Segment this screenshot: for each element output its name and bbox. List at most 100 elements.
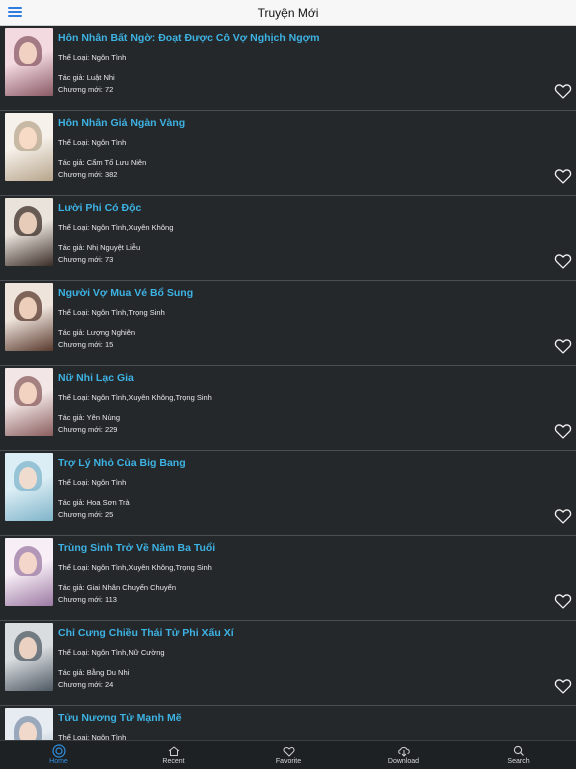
story-list[interactable]: Hôn Nhân Bất Ngờ: Đoạt Được Cô Vợ Nghịch… xyxy=(0,26,576,740)
favorite-heart-icon[interactable] xyxy=(554,508,572,524)
story-author: Tác giả: Nhị Nguyệt Liễu xyxy=(58,243,140,252)
genre-value: Ngôn Tình,Nữ Cường xyxy=(91,648,165,657)
story-row[interactable]: Hôn Nhân Bất Ngờ: Đoạt Được Cô Vợ Nghịch… xyxy=(0,26,576,111)
genre-label: Thể Loại: xyxy=(58,563,92,572)
genre-label: Thể Loại: xyxy=(58,138,92,147)
story-author: Tác giả: Lượng Nghiên xyxy=(58,328,135,337)
favorite-heart-icon[interactable] xyxy=(554,83,572,99)
story-genre: Thể Loại: Ngôn Tình xyxy=(58,733,126,740)
chapter-value: 229 xyxy=(104,425,118,434)
chapter-label: Chương mới: xyxy=(58,340,105,349)
author-label: Tác giả: xyxy=(58,668,87,677)
favorite-heart-icon[interactable] xyxy=(554,253,572,269)
genre-label: Thể Loại: xyxy=(58,53,92,62)
story-row[interactable]: Trợ Lý Nhỏ Của Big Bang Thể Loại: Ngôn Tì… xyxy=(0,451,576,536)
tab-favorite[interactable]: Favorite xyxy=(231,741,346,769)
genre-value: Ngôn Tình xyxy=(91,733,127,740)
favorite-heart-icon[interactable] xyxy=(554,168,572,184)
story-row[interactable]: Chỉ Cưng Chiều Thái Tử Phi Xấu Xí Thể Loạ… xyxy=(0,621,576,706)
story-cover-image xyxy=(5,283,53,351)
genre-value: Ngôn Tình,Xuyên Không,Trọng Sinh xyxy=(91,563,212,572)
navigation-bar: Truyện Mới xyxy=(0,0,576,26)
story-row[interactable]: Tửu Nương Tử Mạnh Mẽ Thể Loại: Ngôn Tình xyxy=(0,706,576,740)
story-genre: Thể Loại: Ngôn Tình,Xuyên Không xyxy=(58,223,173,232)
story-cover-image xyxy=(5,453,53,521)
tab-bar: Home Recent Favorite Download Search xyxy=(0,740,576,769)
tab-label: Favorite xyxy=(275,758,302,765)
story-latest-chapter: Chương mới: 25 xyxy=(58,510,113,519)
author-value: Lượng Nghiên xyxy=(86,328,136,337)
genre-label: Thể Loại: xyxy=(58,478,92,487)
chapter-label: Chương mới: xyxy=(58,255,105,264)
tab-home[interactable]: Home xyxy=(1,741,116,769)
story-latest-chapter: Chương mới: 72 xyxy=(58,85,113,94)
tab-label: Home xyxy=(49,758,68,765)
chapter-value: 382 xyxy=(104,170,118,179)
story-cover-image xyxy=(5,198,53,266)
cover-figure-face xyxy=(19,127,37,149)
story-cover-image xyxy=(5,708,53,740)
story-author: Tác giả: Hoa Sơn Trà xyxy=(58,498,130,507)
favorite-heart-icon[interactable] xyxy=(554,338,572,354)
story-latest-chapter: Chương mới: 73 xyxy=(58,255,113,264)
story-row[interactable]: Hôn Nhân Giá Ngàn Vàng Thể Loại: Ngôn Tìn… xyxy=(0,111,576,196)
story-title: Lười Phi Có Độc xyxy=(58,202,142,214)
chapter-value: 113 xyxy=(104,595,117,604)
chapter-label: Chương mới: xyxy=(58,170,105,179)
story-title: Chỉ Cưng Chiều Thái Tử Phi Xấu Xí xyxy=(58,627,234,639)
story-title: Trợ Lý Nhỏ Của Big Bang xyxy=(58,457,186,469)
author-label: Tác giả: xyxy=(58,498,87,507)
story-latest-chapter: Chương mới: 113 xyxy=(58,595,117,604)
story-cover-image xyxy=(5,538,53,606)
author-label: Tác giả: xyxy=(58,243,87,252)
search-icon xyxy=(512,744,526,756)
story-genre: Thể Loại: Ngôn Tình,Nữ Cường xyxy=(58,648,165,657)
story-title: Trùng Sinh Trở Về Năm Ba Tuổi xyxy=(58,542,216,554)
story-row[interactable]: Trùng Sinh Trở Về Năm Ba Tuổi Thể Loại: N… xyxy=(0,536,576,621)
author-value: Cẩm Tố Lưu Niên xyxy=(86,158,147,167)
tab-download[interactable]: Download xyxy=(346,741,461,769)
page-title: Truyện Mới xyxy=(257,6,319,20)
author-value: Nhị Nguyệt Liễu xyxy=(86,243,141,252)
chapter-label: Chương mới: xyxy=(58,85,105,94)
chapter-value: 73 xyxy=(104,255,114,264)
story-title: Hôn Nhân Bất Ngờ: Đoạt Được Cô Vợ Nghịch… xyxy=(58,32,320,44)
cover-figure-face xyxy=(19,297,37,319)
favorite-heart-icon[interactable] xyxy=(554,678,572,694)
genre-value: Ngôn Tình xyxy=(91,138,127,147)
favorite-heart-icon[interactable] xyxy=(554,593,572,609)
author-value: Hoa Sơn Trà xyxy=(86,498,130,507)
genre-label: Thể Loại: xyxy=(58,733,92,740)
chapter-value: 24 xyxy=(104,680,114,689)
home-icon xyxy=(51,744,66,758)
tab-recent[interactable]: Recent xyxy=(116,741,231,769)
story-genre: Thể Loại: Ngôn Tình xyxy=(58,138,126,147)
genre-label: Thể Loại: xyxy=(58,393,92,402)
story-genre: Thể Loại: Ngôn Tình xyxy=(58,53,126,62)
tab-label: Search xyxy=(507,758,530,765)
story-latest-chapter: Chương mới: 229 xyxy=(58,425,117,434)
tab-search[interactable]: Search xyxy=(461,741,576,769)
story-row[interactable]: Người Vợ Mua Vé Bổ Sung Thể Loại: Ngôn Tì… xyxy=(0,281,576,366)
cover-figure-face xyxy=(19,552,37,574)
cover-figure-face xyxy=(19,382,37,404)
author-label: Tác giả: xyxy=(58,413,87,422)
chapter-value: 15 xyxy=(104,340,114,349)
story-title: Nữ Nhi Lạc Gia xyxy=(58,372,134,384)
genre-label: Thể Loại: xyxy=(58,648,92,657)
story-row[interactable]: Nữ Nhi Lạc Gia Thể Loại: Ngôn Tình,Xuyên … xyxy=(0,366,576,451)
chapter-label: Chương mới: xyxy=(58,595,105,604)
tab-label: Recent xyxy=(162,758,185,765)
story-row[interactable]: Lười Phi Có Độc Thể Loại: Ngôn Tình,Xuyên… xyxy=(0,196,576,281)
cover-figure-face xyxy=(19,637,37,659)
story-author: Tác giả: Bằng Du Nhi xyxy=(58,668,129,677)
author-value: Giai Nhân Chuyển Chuyển xyxy=(86,583,176,592)
favorite-heart-icon[interactable] xyxy=(554,423,572,439)
story-author: Tác giả: Yên Nùng xyxy=(58,413,120,422)
tab-label: Download xyxy=(387,758,420,765)
author-label: Tác giả: xyxy=(58,583,87,592)
chapter-value: 72 xyxy=(104,85,114,94)
cover-figure-face xyxy=(19,212,37,234)
story-genre: Thể Loại: Ngôn Tình,Xuyên Không,Trọng Si… xyxy=(58,563,212,572)
story-genre: Thể Loại: Ngôn Tình,Trọng Sinh xyxy=(58,308,165,317)
